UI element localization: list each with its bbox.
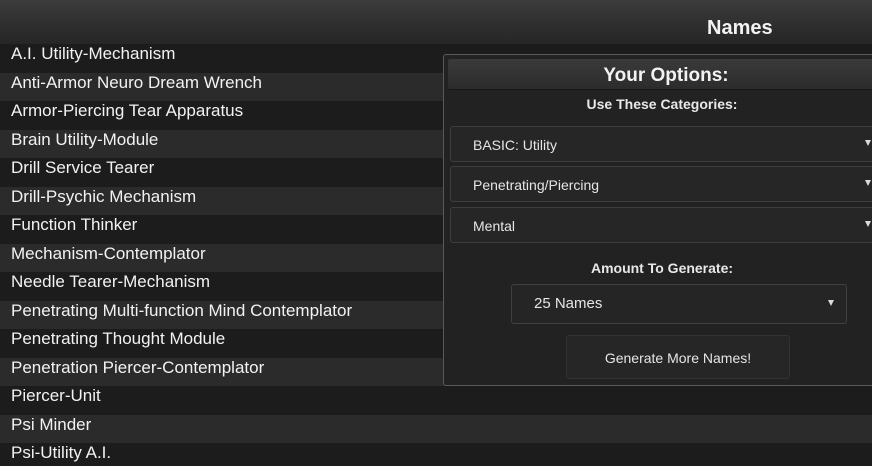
category-select-2[interactable]: Penetrating/Piercing [450, 166, 872, 202]
category-select-3[interactable]: Mental [450, 207, 872, 243]
category-select-1-value: BASIC: Utility [473, 137, 558, 153]
chevron-down-icon [865, 221, 871, 227]
name-text: Armor-Piercing Tear Apparatus [11, 101, 244, 120]
names-header-bar: Names [0, 0, 872, 45]
options-panel-header: Your Options: [448, 59, 872, 90]
name-text: Penetrating Multi-function Mind Contempl… [11, 300, 353, 320]
categories-label: Use These Categories: [586, 96, 738, 112]
name-text: Mechanism-Contemplator [11, 243, 206, 263]
category-select-2-value: Penetrating/Piercing [473, 177, 600, 193]
name-text: Piercer-Unit [11, 386, 101, 405]
name-text: Penetration Piercer-Contemplator [11, 357, 265, 377]
amount-select-value: 25 Names [534, 295, 603, 312]
name-text: Psi-Utility A.I. [11, 443, 112, 462]
name-text: Drill-Psychic Mechanism [11, 186, 197, 206]
name-text: Function Thinker [11, 215, 138, 234]
page: Names A.I. Utility-Mechanism Anti-Armor … [0, 0, 872, 466]
name-text: A.I. Utility-Mechanism [11, 44, 176, 63]
name-text: Anti-Armor Neuro Dream Wrench [11, 72, 262, 92]
list-item: Psi-Utility A.I. [0, 443, 872, 466]
category-select-3-value: Mental [473, 218, 516, 234]
name-text: Brain Utility-Module [11, 129, 159, 149]
name-text: Penetrating Thought Module [11, 329, 226, 348]
amount-select[interactable]: 25 Names [511, 284, 847, 324]
chevron-down-icon [865, 180, 871, 186]
list-item: Piercer-Unit [0, 386, 872, 415]
amount-label: Amount To Generate: [590, 260, 734, 276]
options-title: Your Options: [603, 65, 729, 86]
category-select-1[interactable]: BASIC: Utility [450, 126, 872, 162]
chevron-down-icon [828, 300, 834, 306]
name-text: Needle Tearer-Mechanism [11, 272, 211, 291]
chevron-down-icon [865, 140, 871, 146]
name-text: Psi Minder [11, 414, 92, 434]
name-text: Drill Service Tearer [11, 158, 155, 177]
names-heading: Names [707, 17, 773, 39]
list-item: Psi Minder [0, 414, 872, 443]
options-panel: Your Options: Use These Categories: BASI… [443, 54, 872, 386]
generate-more-names-button[interactable]: Generate More Names! [566, 335, 790, 379]
